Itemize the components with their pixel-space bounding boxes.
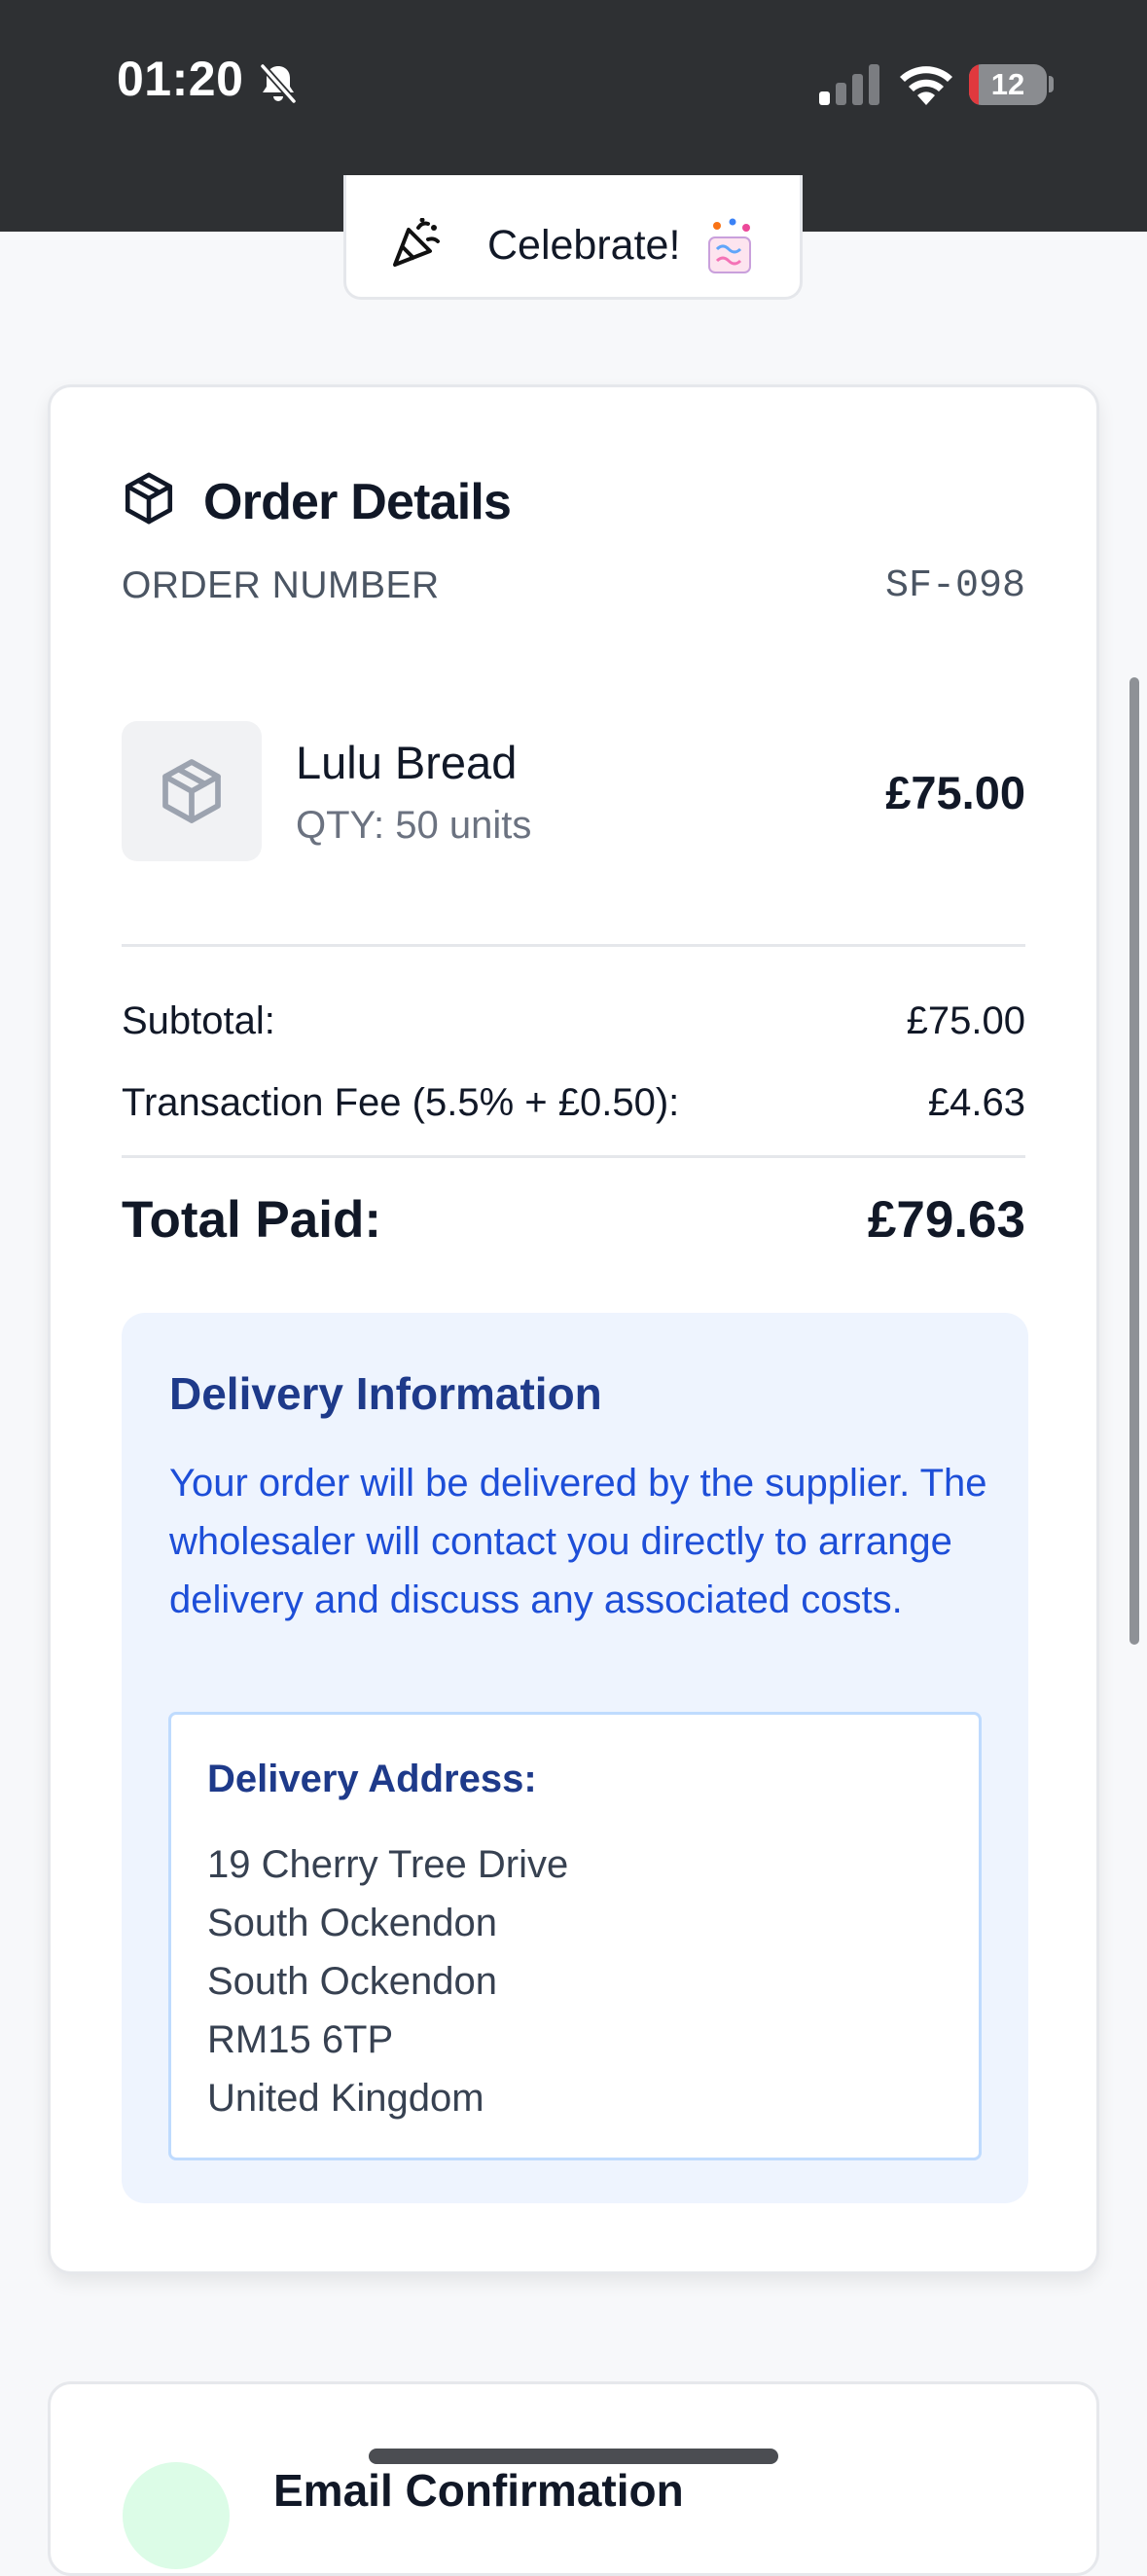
delivery-info-text: Your order will be delivered by the supp… bbox=[169, 1462, 987, 1621]
divider bbox=[122, 944, 1025, 947]
total-paid-value: £79.63 bbox=[867, 1191, 1025, 1249]
address-line: RM15 6TP bbox=[207, 2018, 394, 2061]
battery-tip bbox=[1049, 76, 1054, 92]
party-popper-icon bbox=[393, 218, 440, 267]
order-number-label: ORDER NUMBER bbox=[122, 564, 440, 606]
order-number-value: SF-098 bbox=[884, 564, 1025, 608]
wifi-icon bbox=[900, 66, 952, 105]
product-name: Lulu Bread bbox=[296, 737, 518, 788]
bell-slash-icon bbox=[260, 63, 297, 104]
confetti-emoji-icon bbox=[708, 218, 751, 273]
home-indicator[interactable] bbox=[369, 2449, 778, 2464]
address-line: South Ockendon bbox=[207, 1902, 497, 1944]
email-check-icon bbox=[123, 2462, 230, 2569]
address-line: 19 Cherry Tree Drive bbox=[207, 1843, 569, 1886]
delivery-address: 19 Cherry Tree Drive South Ockendon Sout… bbox=[207, 1835, 568, 2127]
delivery-address-box: Delivery Address: 19 Cherry Tree Drive S… bbox=[168, 1712, 982, 2160]
status-time: 01:20 bbox=[117, 52, 244, 106]
email-confirmation-card: Email Confirmation bbox=[48, 2381, 1099, 2576]
total-paid-label: Total Paid: bbox=[122, 1191, 381, 1249]
subtotal-value: £75.00 bbox=[906, 999, 1025, 1042]
cellular-signal-icon bbox=[819, 64, 879, 105]
celebrate-button[interactable]: Celebrate! bbox=[343, 175, 803, 300]
package-icon bbox=[125, 472, 173, 525]
subtotal-label: Subtotal: bbox=[122, 999, 275, 1042]
battery-icon: 12 bbox=[969, 64, 1047, 105]
email-confirmation-title: Email Confirmation bbox=[273, 2465, 684, 2516]
order-details-card: Order Details ORDER NUMBER SF-098 Lulu B… bbox=[48, 384, 1099, 2274]
fee-value: £4.63 bbox=[927, 1081, 1025, 1124]
scrollbar[interactable] bbox=[1129, 677, 1139, 1645]
address-line: United Kingdom bbox=[207, 2077, 484, 2120]
product-quantity: QTY: 50 units bbox=[296, 804, 532, 847]
celebrate-label: Celebrate! bbox=[487, 222, 681, 269]
package-icon bbox=[162, 759, 221, 823]
delivery-info-title: Delivery Information bbox=[169, 1368, 602, 1419]
product-thumbnail bbox=[122, 721, 262, 861]
fee-label: Transaction Fee (5.5% + £0.50): bbox=[122, 1081, 680, 1124]
order-details-title: Order Details bbox=[203, 474, 512, 530]
delivery-address-title: Delivery Address: bbox=[207, 1758, 537, 1800]
battery-level: 12 bbox=[990, 67, 1025, 101]
delivery-info-panel: Delivery Information Your order will be … bbox=[122, 1313, 1028, 2203]
product-price: £75.00 bbox=[885, 767, 1025, 818]
divider bbox=[122, 1155, 1025, 1158]
address-line: South Ockendon bbox=[207, 1960, 497, 2003]
